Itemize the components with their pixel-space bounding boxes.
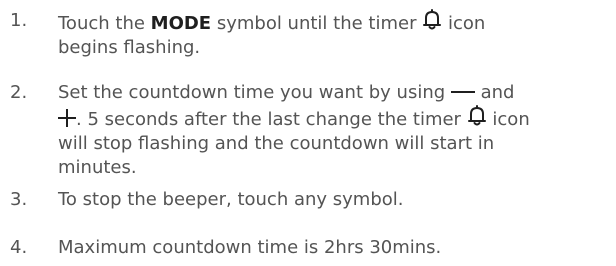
step-2-line-2: . 5 seconds after the last change the ti… xyxy=(58,105,614,132)
step-number-4: 4. xyxy=(10,237,28,258)
step-1-text-a: Touch the xyxy=(58,13,151,34)
step-1-line-1: Touch the MODE symbol until the timer ic… xyxy=(58,9,614,36)
step-2-text-a: Set the countdown time you want by using xyxy=(58,82,451,103)
step-1-text-c: icon xyxy=(442,13,486,34)
step-3-line-1: To stop the beeper, touch any symbol. xyxy=(58,189,404,210)
step-text-3: To stop the beeper, touch any symbol. xyxy=(58,188,614,212)
plus-icon xyxy=(58,109,76,127)
step-2-line-3: will stop flashing and the countdown wil… xyxy=(58,133,495,154)
step-4-line-1: Maximum countdown time is 2hrs 30mins. xyxy=(58,237,442,258)
step-number-3: 3. xyxy=(10,189,28,210)
bell-icon xyxy=(467,105,487,127)
step-2-text-b: and xyxy=(474,82,515,103)
step-text-2: Set the countdown time you want by using… xyxy=(58,81,614,180)
bell-icon xyxy=(422,9,442,31)
step-text-4: Maximum countdown time is 2hrs 30mins. xyxy=(58,236,614,260)
step-1-line-2: begins flashing. xyxy=(58,37,201,58)
step-number-1: 1. xyxy=(10,10,28,31)
step-2-line-4: minutes. xyxy=(58,157,137,178)
step-1-text-b: symbol until the timer xyxy=(211,13,423,34)
mode-label: MODE xyxy=(150,13,212,34)
step-2-text-d: icon xyxy=(486,109,530,130)
step-number-2: 2. xyxy=(10,82,28,103)
step-text-1: Touch the MODE symbol until the timer ic… xyxy=(58,9,614,60)
step-2-text-c: . 5 seconds after the last change the ti… xyxy=(76,109,467,130)
minus-icon xyxy=(450,90,475,94)
step-2-line-1: Set the countdown time you want by using… xyxy=(58,81,614,105)
